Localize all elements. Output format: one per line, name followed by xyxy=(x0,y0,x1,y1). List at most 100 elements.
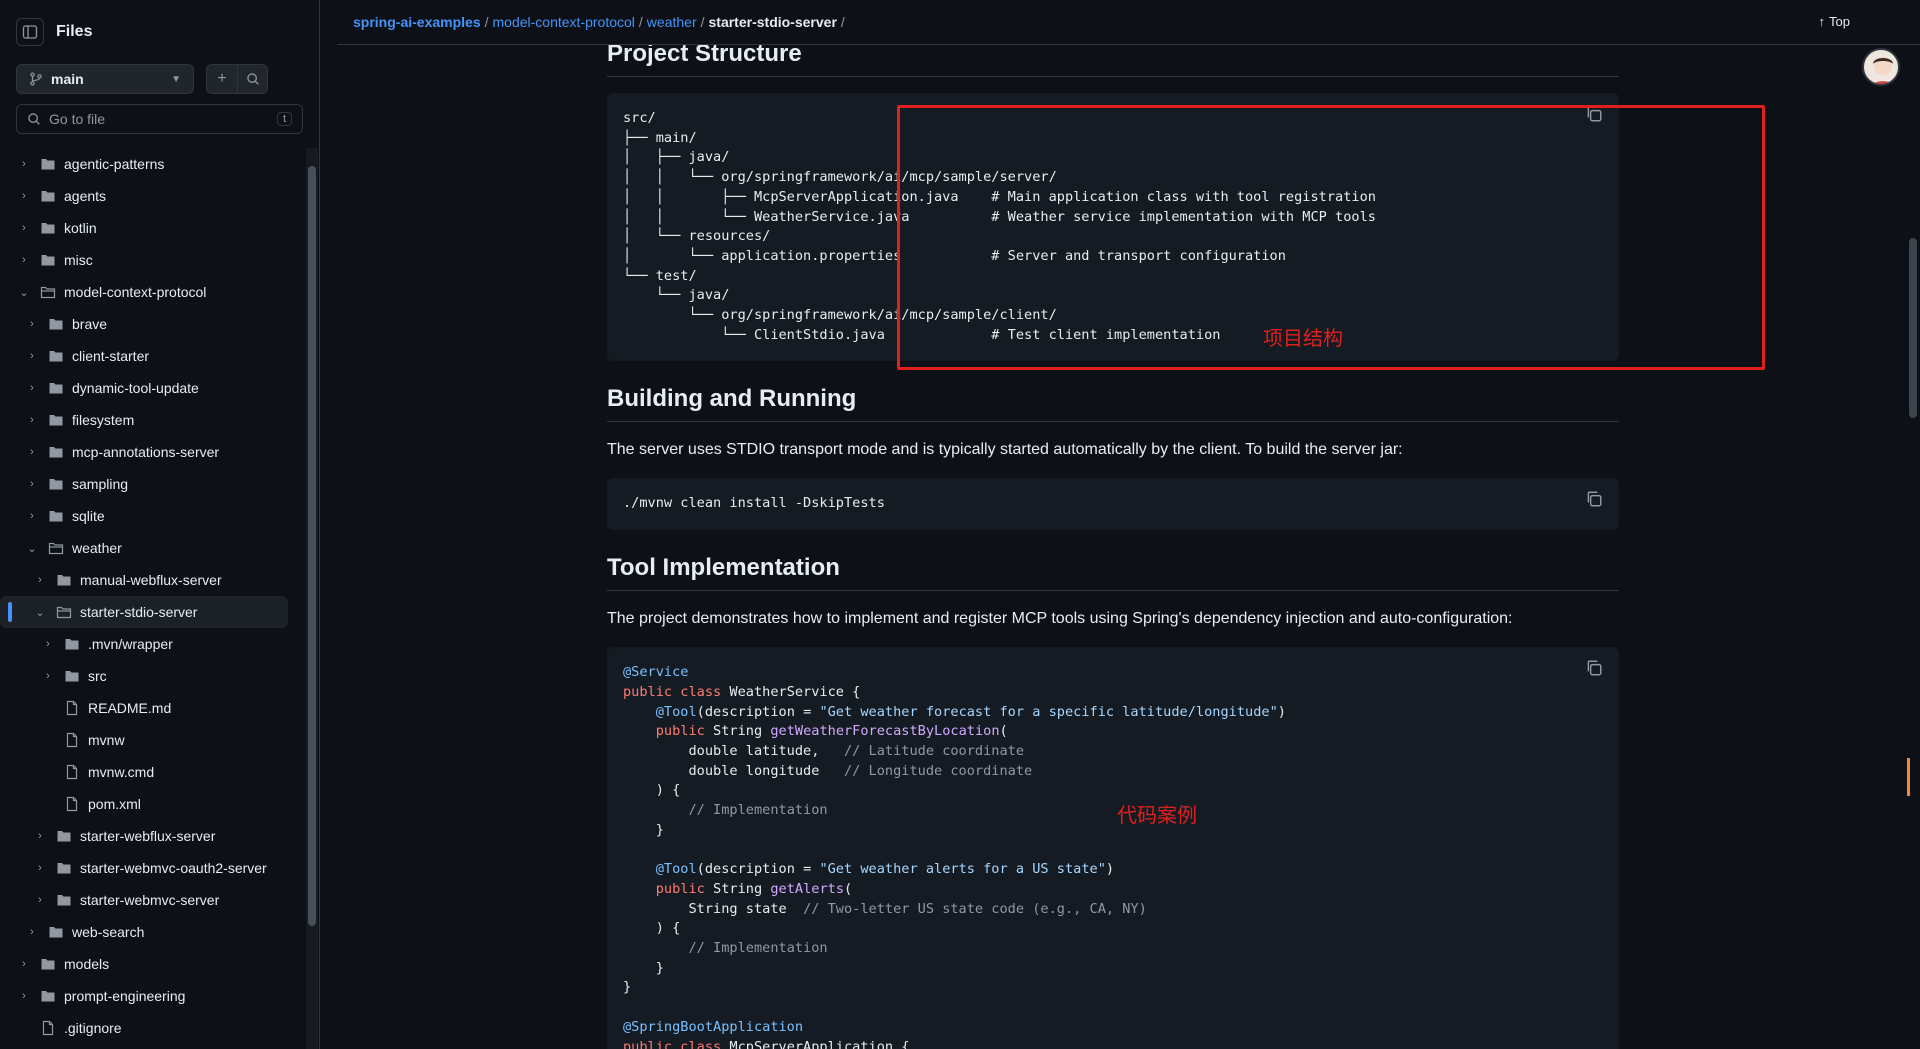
tree-item[interactable]: › models xyxy=(0,948,300,980)
tree-item[interactable]: › prompt-engineering xyxy=(0,980,300,1012)
tree-item[interactable]: › kotlin xyxy=(0,212,300,244)
chevron-right-icon[interactable]: › xyxy=(40,670,56,682)
tree-item[interactable]: › .mvn/wrapper xyxy=(0,628,300,660)
breadcrumb-link-mcp[interactable]: model-context-protocol xyxy=(493,14,635,30)
breadcrumb-link-weather[interactable]: weather xyxy=(647,14,697,30)
chevron-right-icon[interactable]: › xyxy=(24,510,40,522)
tree-item[interactable]: .gitignore xyxy=(0,1012,300,1044)
chevron-right-icon[interactable]: › xyxy=(24,478,40,490)
tree-item[interactable]: ⌄ starter-stdio-server xyxy=(0,596,288,628)
folder-icon xyxy=(49,447,63,458)
folder-icon xyxy=(57,831,71,842)
avatar[interactable] xyxy=(1862,48,1900,86)
chevron-right-icon[interactable]: › xyxy=(16,222,32,234)
file-icon xyxy=(66,700,78,716)
code-text: WeatherService { xyxy=(721,683,861,700)
search-button[interactable] xyxy=(237,65,267,93)
tree-item[interactable]: › misc xyxy=(0,244,300,276)
tree-item-label: .mvn/wrapper xyxy=(88,636,173,652)
tree-item[interactable]: › web-search xyxy=(0,916,300,948)
tool-implementation-description: The project demonstrates how to implemen… xyxy=(607,610,1513,628)
git-branch-icon xyxy=(30,72,42,86)
back-to-top-link[interactable]: ↑ Top xyxy=(1819,14,1850,29)
code-text: ) { xyxy=(623,782,681,799)
tree-item-label: mvnw xyxy=(88,732,125,748)
folder-icon xyxy=(49,319,63,330)
chevron-right-icon[interactable]: › xyxy=(32,894,48,906)
tree-item[interactable]: ⌄ model-context-protocol xyxy=(0,276,300,308)
tree-item[interactable]: › starter-webmvc-server xyxy=(0,884,300,916)
folder-icon xyxy=(49,351,63,362)
chevron-down-icon[interactable]: ⌄ xyxy=(32,606,48,619)
tree-item[interactable]: › starter-webflux-server xyxy=(0,820,300,852)
chevron-right-icon[interactable]: › xyxy=(32,862,48,874)
tree-item[interactable]: › sqlite xyxy=(0,500,300,532)
page-scrollbar-thumb[interactable] xyxy=(1909,238,1917,418)
chevron-right-icon[interactable]: › xyxy=(16,190,32,202)
tree-item[interactable]: › manual-webflux-server xyxy=(0,564,300,596)
folder-icon xyxy=(49,383,63,394)
code-text: } xyxy=(623,959,664,976)
tree-item-label: sqlite xyxy=(72,508,105,524)
chevron-right-icon[interactable]: › xyxy=(16,958,32,970)
copy-button[interactable] xyxy=(1585,490,1605,510)
plus-icon: + xyxy=(217,70,227,87)
tree-item[interactable]: › brave xyxy=(0,308,300,340)
tree-item-label: starter-webmvc-oauth2-server xyxy=(80,860,267,876)
tree-line: └── test/ xyxy=(623,267,697,284)
chevron-right-icon[interactable]: › xyxy=(24,350,40,362)
chevron-right-icon[interactable]: › xyxy=(24,446,40,458)
breadcrumb-link-repo[interactable]: spring-ai-examples xyxy=(353,14,481,30)
file-icon xyxy=(66,796,78,812)
sidebar-scrollbar-thumb[interactable] xyxy=(308,166,316,926)
folder-icon xyxy=(65,639,79,650)
chevron-right-icon[interactable]: › xyxy=(24,318,40,330)
shortcut-hint: t xyxy=(276,112,292,126)
tree-item[interactable]: › agentic-patterns xyxy=(0,148,300,180)
sidebar-scrollbar[interactable] xyxy=(306,148,318,1049)
tree-item[interactable]: › mcp-annotations-server xyxy=(0,436,300,468)
branch-selector[interactable]: main ▼ xyxy=(16,64,194,94)
code-keyword: public class xyxy=(623,683,722,700)
tree-item[interactable]: › filesystem xyxy=(0,404,300,436)
annotation-code-example: 代码案例 xyxy=(1117,805,1197,827)
chevron-down-icon[interactable]: ⌄ xyxy=(24,542,40,555)
tree-item[interactable]: pom.xml xyxy=(0,788,300,820)
chevron-right-icon[interactable]: › xyxy=(40,638,56,650)
tree-item[interactable]: › client-starter xyxy=(0,340,300,372)
tree-item[interactable]: › sampling xyxy=(0,468,300,500)
go-to-file-placeholder: Go to file xyxy=(49,111,106,127)
sticky-header: spring-ai-examples / model-context-protoco… xyxy=(337,0,1920,45)
chevron-down-icon[interactable]: ⌄ xyxy=(16,286,32,299)
chevron-right-icon[interactable]: › xyxy=(24,926,40,938)
page-scrollbar[interactable] xyxy=(1906,0,1920,1049)
heading-tool-implementation: Tool Implementation xyxy=(607,554,1619,592)
collapse-sidebar-button[interactable] xyxy=(16,18,44,46)
go-to-file-input[interactable]: Go to file t xyxy=(16,104,303,134)
tree-item[interactable]: mvnw.cmd xyxy=(0,756,300,788)
tree-line: ├── main/ xyxy=(623,129,697,146)
tree-item[interactable]: ⌄ weather xyxy=(0,532,300,564)
tree-item-label: mvnw.cmd xyxy=(88,764,155,780)
code-text: String state xyxy=(623,900,804,917)
chevron-right-icon[interactable]: › xyxy=(16,158,32,170)
tree-item[interactable]: › src xyxy=(0,660,300,692)
tree-item[interactable]: README.md xyxy=(0,692,300,724)
code-text: ) { xyxy=(623,920,681,937)
building-description: The server uses STDIO transport mode and… xyxy=(607,441,1403,459)
folder-icon xyxy=(49,927,63,938)
tree-item[interactable]: › starter-webmvc-oauth2-server xyxy=(0,852,300,884)
copy-button[interactable] xyxy=(1585,659,1605,679)
code-text: } xyxy=(623,979,632,996)
chevron-right-icon[interactable]: › xyxy=(32,574,48,586)
chevron-right-icon[interactable]: › xyxy=(24,414,40,426)
chevron-right-icon[interactable]: › xyxy=(32,830,48,842)
tree-item[interactable]: › dynamic-tool-update xyxy=(0,372,300,404)
chevron-right-icon[interactable]: › xyxy=(16,990,32,1002)
file-icon xyxy=(66,732,78,748)
tree-item[interactable]: › agents xyxy=(0,180,300,212)
add-file-button[interactable]: + xyxy=(207,65,237,93)
tree-item[interactable]: mvnw xyxy=(0,724,300,756)
chevron-right-icon[interactable]: › xyxy=(24,382,40,394)
chevron-right-icon[interactable]: › xyxy=(16,254,32,266)
